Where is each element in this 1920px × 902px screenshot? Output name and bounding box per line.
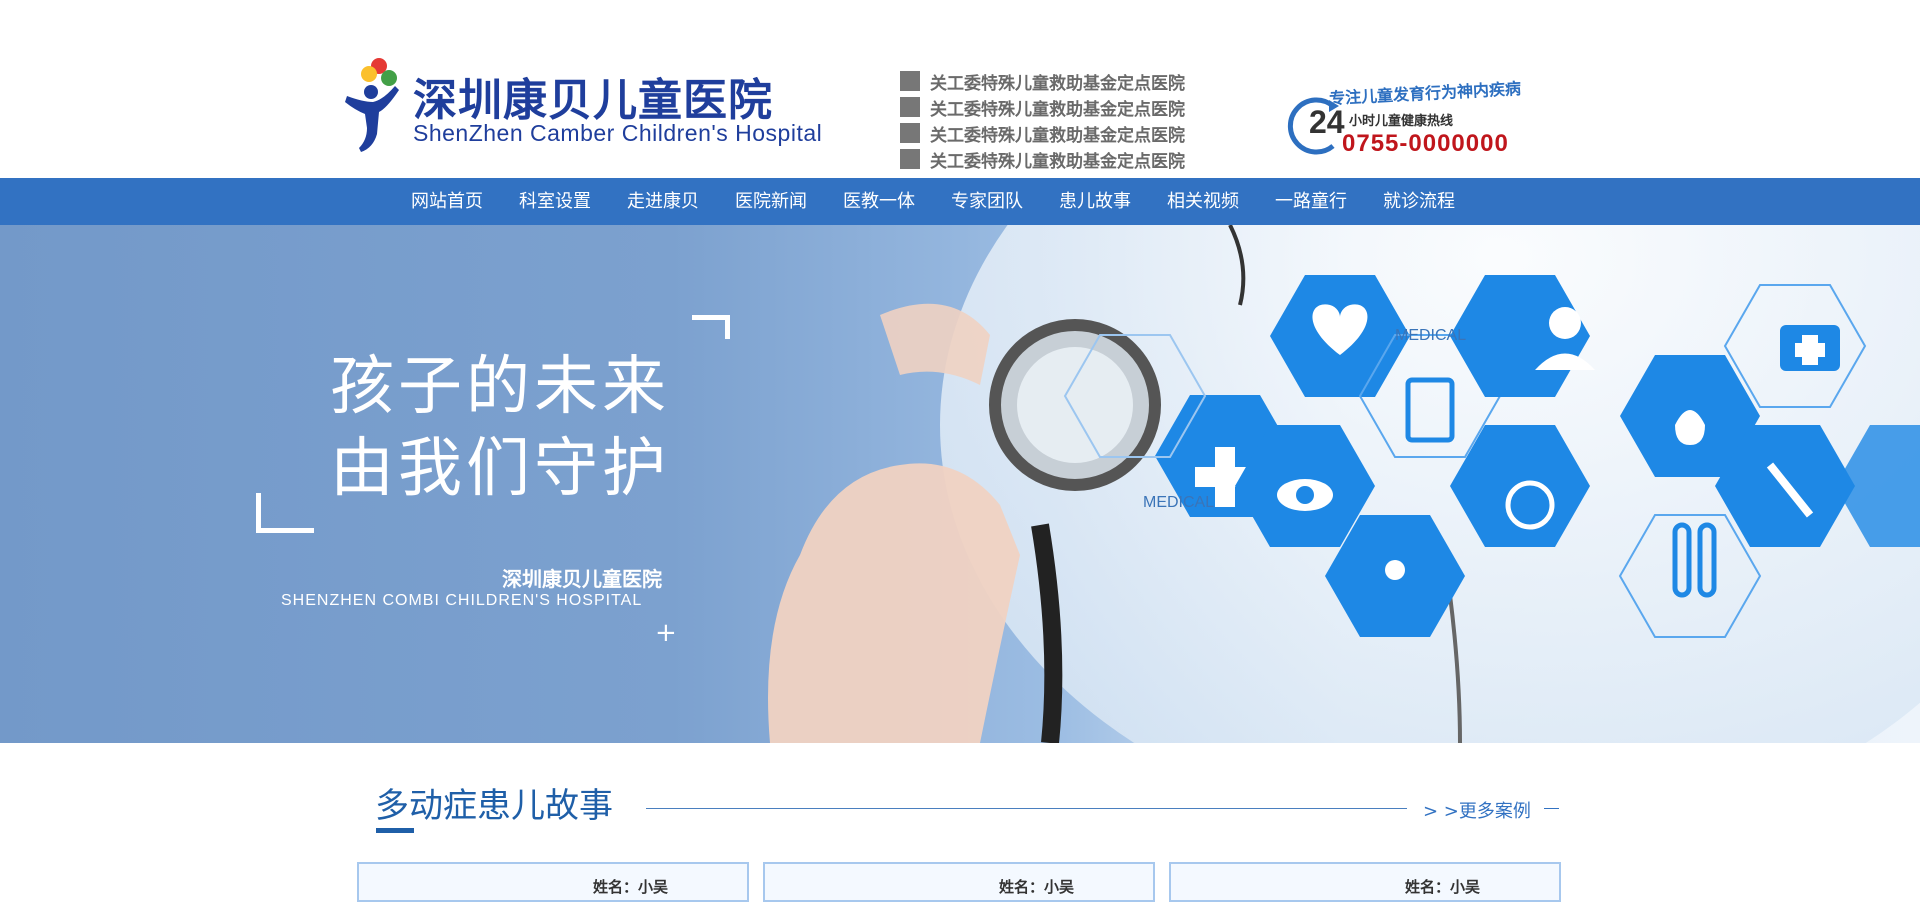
hotline-hours: 24 — [1309, 104, 1345, 140]
nav-item-experts[interactable]: 专家团队 — [933, 178, 1041, 225]
card-patient-name: 姓名：小吴 — [999, 878, 1075, 896]
square-bullet-icon — [900, 97, 920, 117]
nav-item-journey[interactable]: 一路童行 — [1257, 178, 1365, 225]
nav-item-home[interactable]: 网站首页 — [393, 178, 501, 225]
section-divider — [646, 808, 1407, 809]
card-patient-name: 姓名：小吴 — [1405, 878, 1481, 896]
corner-bracket-top-right — [692, 315, 730, 339]
credential-item: 关工委特殊儿童救助基金定点医院 — [900, 146, 1200, 172]
card-patient-name: 姓名：小吴 — [593, 878, 669, 896]
credential-text: 关工委特殊儿童救助基金定点医院 — [930, 73, 1185, 94]
credential-text: 关工委特殊儿童救助基金定点医院 — [930, 99, 1185, 120]
site-header: 深圳康贝儿童医院 ShenZhen Camber Children's Hosp… — [0, 0, 1920, 178]
banner-illustration: MEDICAL MEDICAL — [768, 225, 1920, 743]
credential-text: 关工委特殊儿童救助基金定点医院 — [930, 151, 1185, 172]
story-card[interactable]: 姓名：小吴 — [357, 862, 749, 902]
hotline-tagline: 专注儿童发育行为神内疾病 — [1328, 78, 1522, 109]
hero-banner[interactable]: MEDICAL MEDICAL 孩子的未来 由我们守护 深圳康贝儿童医院 SHE… — [0, 225, 1920, 743]
hotline-block: 专注儿童发育行为神内疾病 24 小时儿童健康热线 0755-0000000 — [1285, 79, 1545, 160]
nav-item-process[interactable]: 就诊流程 — [1365, 178, 1473, 225]
logo-english-name: ShenZhen Camber Children's Hospital — [413, 120, 823, 146]
logo-figure-icon — [345, 58, 399, 152]
square-bullet-icon — [900, 123, 920, 143]
story-card[interactable]: 姓名：小吴 — [763, 862, 1155, 902]
hotline-label: 小时儿童健康热线 — [1349, 114, 1454, 129]
nav-item-departments[interactable]: 科室设置 — [501, 178, 609, 225]
credential-item: 关工委特殊儿童救助基金定点医院 — [900, 94, 1200, 120]
nav-item-news[interactable]: 医院新闻 — [717, 178, 825, 225]
story-cards: 姓名：小吴 姓名：小吴 姓名：小吴 — [357, 862, 1561, 902]
credential-item: 关工委特殊儿童救助基金定点医院 — [900, 120, 1200, 146]
section-title-underline — [376, 828, 414, 833]
credentials-list: 关工委特殊儿童救助基金定点医院 关工委特殊儿童救助基金定点医院 关工委特殊儿童救… — [900, 68, 1200, 172]
story-card[interactable]: 姓名：小吴 — [1169, 862, 1561, 902]
hotline-number[interactable]: 0755-0000000 — [1342, 130, 1509, 158]
banner-slogan-line1: 孩子的未来 — [330, 350, 670, 424]
hospital-logo[interactable]: 深圳康贝儿童医院 ShenZhen Camber Children's Hosp… — [343, 56, 823, 156]
nav-item-stories[interactable]: 患儿故事 — [1041, 178, 1149, 225]
nav-item-videos[interactable]: 相关视频 — [1149, 178, 1257, 225]
banner-slogan-line2: 由我们守护 — [330, 432, 670, 506]
banner-hospital-en: SHENZHEN COMBI CHILDREN'S HOSPITAL — [281, 592, 643, 609]
square-bullet-icon — [900, 149, 920, 169]
banner-plus-button[interactable]: + — [655, 618, 677, 648]
credential-text: 关工委特殊儿童救助基金定点医院 — [930, 125, 1185, 146]
medical-label-1: MEDICAL — [1395, 327, 1466, 344]
square-bullet-icon — [900, 71, 920, 91]
credential-item: 关工委特殊儿童救助基金定点医院 — [900, 68, 1200, 94]
nav-item-about[interactable]: 走进康贝 — [609, 178, 717, 225]
corner-bracket-bottom-left — [256, 493, 314, 533]
more-link-dash — [1544, 808, 1559, 809]
medical-label-2: MEDICAL — [1143, 494, 1214, 511]
banner-hospital-cn: 深圳康贝儿童医院 — [502, 567, 662, 591]
more-cases-link[interactable]: > >更多案例 — [1423, 797, 1531, 823]
logo-chinese-name: 深圳康贝儿童医院 — [413, 75, 773, 126]
section-title: 多动症患儿故事 — [375, 786, 613, 826]
nav-item-education[interactable]: 医教一体 — [825, 178, 933, 225]
nav-list: 网站首页 科室设置 走进康贝 医院新闻 医教一体 专家团队 患儿故事 相关视频 … — [393, 178, 1473, 225]
main-nav: 网站首页 科室设置 走进康贝 医院新闻 医教一体 专家团队 患儿故事 相关视频 … — [0, 178, 1920, 225]
